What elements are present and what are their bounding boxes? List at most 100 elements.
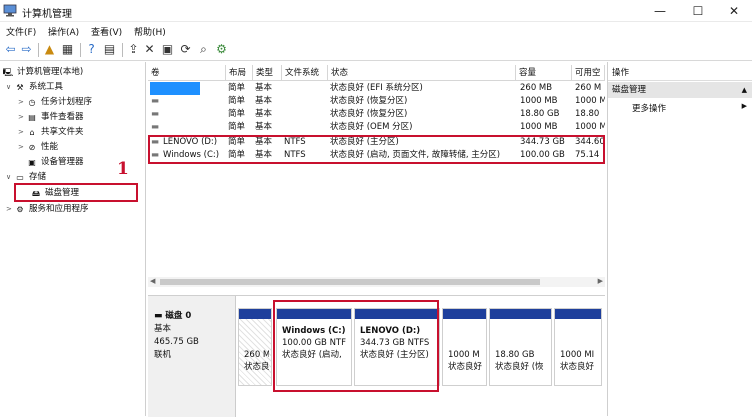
toolbar: ⇦ ⇨ ▲ ▦ ? ▤ ⇪ ✕ ▣ ⟳ ⌕ ⚙ <box>0 39 752 61</box>
forward-arrow-icon[interactable]: ⇨ <box>19 42 34 57</box>
menu-view[interactable]: 查看(V) <box>91 25 122 38</box>
cell-free: 1000 M <box>575 96 605 106</box>
scroll-right-icon[interactable]: ▶ <box>598 277 603 285</box>
table-row[interactable]: ▬ 简单 基本 状态良好 (恢复分区) 18.80 GB 18.80 <box>148 108 605 121</box>
table-row[interactable]: 简单 基本 状态良好 (EFI 系统分区) 260 MB 260 M <box>148 82 605 95</box>
tree-item-performance[interactable]: > ⊘ 性能 <box>18 140 58 154</box>
chevron-right-icon[interactable]: > <box>18 125 26 139</box>
cell-type: 基本 <box>255 96 273 106</box>
tree-item-task-scheduler[interactable]: > ◷ 任务计划程序 <box>18 95 92 109</box>
search-icon[interactable]: ⌕ <box>196 42 211 57</box>
up-folder-icon[interactable]: ▲ <box>42 42 57 57</box>
tree-item-root[interactable]: 🖳 计算机管理(本地) <box>2 65 83 79</box>
partition-recovery-1[interactable]: 1000 M 状态良好 <box>442 308 487 386</box>
disk-icon: ▬ <box>154 311 166 321</box>
cell-capacity: 18.80 GB <box>520 109 560 119</box>
tree-item-shared-folders[interactable]: > ⌂ 共享文件夹 <box>18 125 84 139</box>
partition-size: 260 M <box>244 350 269 360</box>
column-header-layout[interactable]: 布局 <box>226 65 253 81</box>
chevron-down-icon[interactable]: ∨ <box>6 170 14 184</box>
tree-item-storage[interactable]: ∨ ▭ 存储 <box>6 170 46 184</box>
cell-status: 状态良好 (OEM 分区) <box>330 122 413 132</box>
chevron-right-icon[interactable]: > <box>18 140 26 154</box>
chevron-down-icon[interactable]: ∨ <box>6 80 14 94</box>
partition-oem[interactable]: 1000 MI 状态良好 <box>554 308 602 386</box>
menu-help[interactable]: 帮助(H) <box>134 25 166 38</box>
tree-item-system-tools[interactable]: ∨ ⚒ 系统工具 <box>6 80 63 94</box>
cell-status: 状态良好 (EFI 系统分区) <box>330 83 423 93</box>
scroll-left-icon[interactable]: ◀ <box>150 277 155 285</box>
actions-pane: 操作 磁盘管理 ▲ 更多操作 ▶ <box>607 62 752 416</box>
tools-icon: ⚒ <box>16 83 24 92</box>
collapse-up-icon[interactable]: ▲ <box>742 82 747 98</box>
tree-item-event-viewer[interactable]: > ▤ 事件查看器 <box>18 110 84 124</box>
chevron-right-icon[interactable]: > <box>6 202 14 216</box>
disk-name: 磁盘 0 <box>165 311 192 321</box>
tree-item-services-apps[interactable]: > ⚙ 服务和应用程序 <box>6 202 89 216</box>
toolbar-separator <box>122 43 123 57</box>
cell-type: 基本 <box>255 109 273 119</box>
delete-icon[interactable]: ✕ <box>142 42 157 57</box>
partition-status: 状态良好 <box>448 362 483 372</box>
column-header-capacity[interactable]: 容量 <box>516 65 572 81</box>
maximize-button[interactable]: ☐ <box>684 2 712 20</box>
tree-label: 任务计划程序 <box>41 97 93 107</box>
back-arrow-icon[interactable]: ⇦ <box>3 42 18 57</box>
partition-recovery-2[interactable]: 18.80 GB 状态良好 (恢 <box>489 308 552 386</box>
partition-status: 状态良好 (恢 <box>495 362 544 372</box>
tree-label: 性能 <box>41 142 59 152</box>
refresh-icon[interactable]: ⟳ <box>178 42 193 57</box>
close-button[interactable]: ✕ <box>720 2 748 20</box>
cell-status: 状态良好 (恢复分区) <box>330 109 408 119</box>
show-hide-tree-icon[interactable]: ▦ <box>60 42 75 57</box>
event-log-icon: ▤ <box>28 113 36 122</box>
more-actions[interactable]: 更多操作 ▶ <box>632 102 747 114</box>
tree-item-device-manager[interactable]: ▣ 设备管理器 <box>26 155 83 169</box>
partition-bar <box>490 309 551 319</box>
partition-size: 1000 MI <box>560 350 595 360</box>
tree-label: 事件查看器 <box>41 112 84 122</box>
disk-info[interactable]: ▬ 磁盘 0 基本 465.75 GB 联机 <box>148 296 236 417</box>
minimize-button[interactable]: — <box>646 2 674 20</box>
partition-efi[interactable]: 260 M 状态良 <box>238 308 272 386</box>
column-header-filesystem[interactable]: 文件系统 <box>282 65 328 81</box>
partition-status: 状态良 <box>244 362 269 372</box>
column-header-free[interactable]: 可用空 <box>572 65 605 81</box>
actions-selected-label: 磁盘管理 <box>612 85 647 95</box>
highlight-partitions <box>273 300 439 392</box>
cell-capacity: 1000 MB <box>520 96 558 106</box>
chevron-right-icon[interactable]: > <box>18 110 26 124</box>
table-row[interactable]: ▬ 简单 基本 状态良好 (OEM 分区) 1000 MB 1000 M <box>148 121 605 134</box>
more-actions-label: 更多操作 <box>632 104 667 114</box>
menu-action[interactable]: 操作(A) <box>48 25 79 38</box>
column-header-type[interactable]: 类型 <box>253 65 282 81</box>
chevron-right-icon: ▶ <box>741 102 747 110</box>
menu-bar: 文件(F) 操作(A) 查看(V) 帮助(H) <box>0 22 752 39</box>
properties-icon[interactable]: ▣ <box>160 42 175 57</box>
computer-management-icon <box>3 4 17 17</box>
partition-size: 1000 M <box>448 350 480 360</box>
actions-disk-management[interactable]: 磁盘管理 ▲ <box>608 82 752 98</box>
column-header-status[interactable]: 状态 <box>328 65 516 81</box>
chevron-right-icon[interactable]: > <box>18 95 26 109</box>
disk-state: 联机 <box>154 350 172 360</box>
menu-file[interactable]: 文件(F) <box>6 25 36 38</box>
scrollbar-thumb[interactable] <box>160 279 540 285</box>
navigation-tree: 🖳 计算机管理(本地) ∨ ⚒ 系统工具 > ◷ 任务计划程序 > ▤ 事件查看器 > ⌂ 共享文… <box>0 62 146 416</box>
column-header-volume[interactable]: 卷 <box>148 65 226 81</box>
settings-icon[interactable]: ⚙ <box>214 42 229 57</box>
console-icon[interactable]: ▤ <box>102 42 117 57</box>
help-icon[interactable]: ? <box>84 42 99 57</box>
export-icon[interactable]: ⇪ <box>126 42 141 57</box>
cell-layout: 简单 <box>228 122 246 132</box>
step-number: 1 <box>117 159 129 179</box>
table-row[interactable]: ▬ 简单 基本 状态良好 (恢复分区) 1000 MB 1000 M <box>148 95 605 108</box>
cell-free: 1000 M <box>575 122 605 132</box>
cell-capacity: 260 MB <box>520 83 553 93</box>
tree-label: 服务和应用程序 <box>29 204 89 214</box>
drive-icon: ▬ <box>151 96 160 106</box>
tree-label: 系统工具 <box>29 82 64 92</box>
highlight-disk-management <box>14 183 138 202</box>
horizontal-scrollbar[interactable]: ◀ ▶ <box>148 277 605 287</box>
partition-bar <box>443 309 486 319</box>
